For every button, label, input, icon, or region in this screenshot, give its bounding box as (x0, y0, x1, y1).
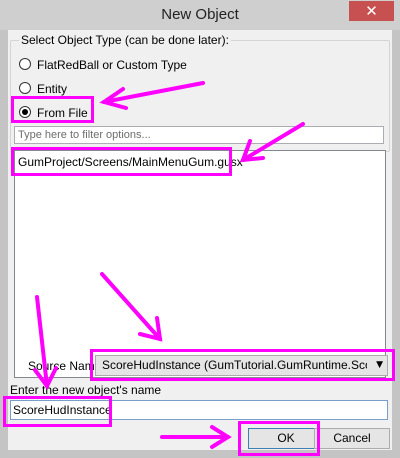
annotation-arrow (240, 122, 305, 163)
annotation-arrows (33, 81, 305, 449)
annotation-arrow (99, 81, 205, 110)
annotation-arrow (33, 295, 58, 390)
annotation-arrow (160, 425, 232, 449)
annotation-arrow (100, 272, 163, 342)
